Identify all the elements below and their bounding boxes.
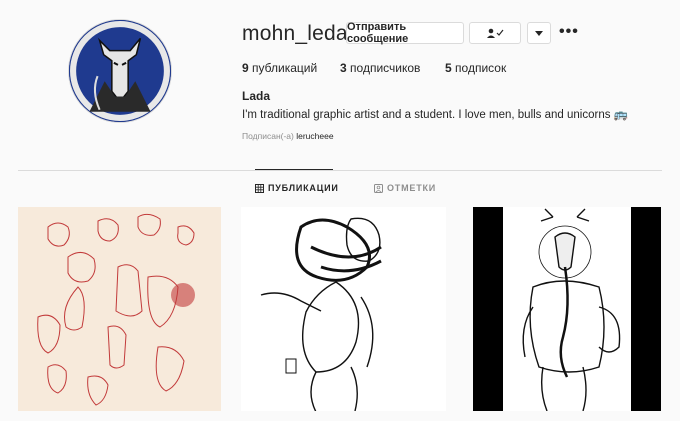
avatar-artwork-icon [69,20,171,122]
red-sketch-bulls-artwork [37,213,195,406]
active-tab-indicator [255,169,333,170]
man-with-snake-artwork [260,217,382,411]
posts-count: 9 [242,61,249,75]
grid-icon [255,183,264,193]
followers-count: 3 [340,61,347,75]
following-stat[interactable]: 5 подписок [445,61,506,75]
person-check-icon [487,28,504,38]
post-thumbnail[interactable] [473,207,661,411]
chevron-down-icon [535,30,543,36]
tag-person-icon [374,183,383,193]
followers-stat[interactable]: 3 подписчиков [340,61,420,75]
followed-by-user-link[interactable]: lerucheee [296,131,333,141]
profile-bio: I'm traditional graphic artist and a stu… [242,109,628,121]
followed-by: Подписан(-а) lerucheee [242,131,334,141]
following-status-button[interactable] [469,22,521,44]
send-message-button[interactable]: Отправить сообщение [346,21,464,45]
tab-tagged-label: ОТМЕТКИ [387,183,437,193]
profile-full-name: Lada [242,89,271,103]
tab-posts-label: ПУБЛИКАЦИИ [268,183,339,193]
tab-tagged[interactable]: ОТМЕТКИ [374,183,436,193]
followed-by-prefix: Подписан(-а) [242,131,294,141]
followers-label: подписчиков [350,61,421,75]
tab-posts[interactable]: ПУБЛИКАЦИИ [255,183,339,193]
posts-label: публикаций [252,61,318,75]
profile-avatar[interactable] [68,19,172,123]
following-count: 5 [445,61,452,75]
more-options-button[interactable]: ••• [559,24,579,40]
post-thumbnail[interactable] [241,207,446,411]
tabs-divider [18,170,662,171]
antlered-figure-artwork [503,207,631,411]
posts-stat: 9 публикаций [242,61,317,75]
following-label: подписок [455,61,507,75]
suggested-dropdown-button[interactable] [527,22,551,44]
post-thumbnail[interactable] [18,207,221,411]
profile-username: mohn_leda [242,22,348,45]
